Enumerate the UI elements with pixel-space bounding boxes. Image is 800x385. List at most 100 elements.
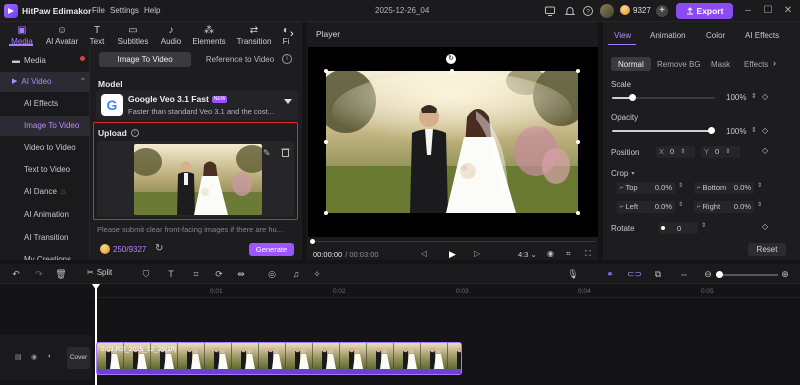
- edit-icon[interactable]: ✎: [263, 148, 271, 159]
- rotate-tool-icon[interactable]: ⟳: [213, 268, 225, 280]
- keyframe-icon[interactable]: ◇: [762, 126, 768, 135]
- tab-text[interactable]: T Text: [82, 25, 112, 47]
- crop-header[interactable]: Crop ▾: [611, 169, 634, 178]
- crop-tool-icon[interactable]: ⌗: [190, 268, 202, 280]
- stepper-icon[interactable]: ⇕: [757, 201, 762, 208]
- sidebar-item-media[interactable]: ▬ Media: [0, 51, 90, 71]
- ai-tool-icon[interactable]: ✧: [311, 268, 323, 280]
- sidebar-item-video-to-video[interactable]: Video to Video: [0, 138, 90, 158]
- mode-reference-to-video[interactable]: Reference to Video: [200, 52, 280, 67]
- subtab-normal[interactable]: Normal: [618, 60, 644, 69]
- info-icon[interactable]: i: [282, 54, 292, 64]
- sidebar-item-ai-video[interactable]: ▶ AI Video ⌃: [0, 72, 90, 92]
- zoom-slider-track[interactable]: [716, 274, 778, 276]
- cover-button[interactable]: Cover: [67, 347, 90, 369]
- ripple-icon[interactable]: ⧉: [652, 268, 664, 280]
- transform-handle[interactable]: [576, 69, 580, 73]
- zoom-slider-knob[interactable]: [716, 271, 723, 278]
- subtab-remove-bg[interactable]: Remove BG: [657, 60, 701, 69]
- stepper-icon[interactable]: ⇕: [678, 201, 683, 208]
- subtab-mask[interactable]: Mask: [711, 60, 730, 69]
- generate-button[interactable]: Generate: [249, 243, 294, 256]
- maximize-icon[interactable]: ☐: [762, 5, 774, 17]
- timeline-clip[interactable]: 0:03 R2i_2025_12_26(10): [96, 342, 462, 375]
- monitor-icon[interactable]: [544, 5, 556, 17]
- tab-transition[interactable]: ⇄ Transition: [234, 25, 274, 47]
- stepper-icon[interactable]: ⇕: [751, 126, 757, 134]
- scale-value[interactable]: 100%: [726, 93, 746, 102]
- bell-icon[interactable]: [564, 5, 576, 17]
- sidebar-item-image-to-video[interactable]: Image To Video: [0, 116, 90, 136]
- microphone-icon[interactable]: 🎙: [567, 268, 579, 280]
- position-y-field[interactable]: Y 0 ⇕: [701, 146, 740, 158]
- add-credits-button[interactable]: +: [656, 5, 668, 17]
- crop-icon[interactable]: ⌗: [566, 249, 571, 259]
- keyframe-icon[interactable]: ◇: [762, 92, 768, 101]
- split-button[interactable]: ✂ Split: [87, 268, 112, 277]
- menu-settings[interactable]: Settings: [110, 6, 139, 15]
- tab-ai-avatar[interactable]: ☺ AI Avatar: [42, 25, 82, 47]
- stepper-icon[interactable]: ⇕: [701, 222, 706, 229]
- position-x-field[interactable]: X 0 ⇕: [656, 146, 695, 158]
- crop-top-field[interactable]: ⌐ Top 0.0%: [617, 182, 675, 194]
- redo-icon[interactable]: ↷: [33, 268, 45, 280]
- magnet-icon[interactable]: ⊂⊃: [627, 268, 642, 280]
- keyframe-icon[interactable]: ◇: [762, 222, 768, 231]
- tab-audio[interactable]: ♪ Audio: [155, 25, 187, 47]
- transform-handle[interactable]: [450, 69, 454, 73]
- tab-subtitles[interactable]: ▭ Subtitles: [114, 25, 152, 47]
- mode-image-to-video[interactable]: Image To Video: [99, 52, 191, 67]
- reset-button[interactable]: Reset: [748, 243, 786, 256]
- opacity-value[interactable]: 100%: [726, 127, 746, 136]
- stepper-icon[interactable]: ⇕: [751, 92, 757, 100]
- tab-ai-effects[interactable]: AI Effects: [745, 31, 779, 40]
- track-visibility-icon[interactable]: ◉: [31, 353, 37, 361]
- step-forward-icon[interactable]: ▷: [474, 249, 480, 258]
- chevron-right-icon[interactable]: ›: [290, 28, 294, 40]
- close-icon[interactable]: ✕: [782, 5, 794, 17]
- tab-animation[interactable]: Animation: [650, 31, 686, 40]
- step-back-icon[interactable]: ◁: [421, 249, 427, 258]
- crop-left-field[interactable]: ⌐ Left 0.0%: [617, 201, 675, 213]
- transform-handle[interactable]: [324, 69, 328, 73]
- video-frame[interactable]: [326, 71, 578, 213]
- tab-view[interactable]: View: [614, 31, 631, 40]
- help-icon[interactable]: ?: [582, 5, 594, 17]
- zoom-in-icon[interactable]: ⊕: [779, 268, 791, 280]
- mirror-icon[interactable]: ⇹: [235, 268, 247, 280]
- rotate-field[interactable]: 0: [658, 222, 698, 234]
- sidebar-item-ai-effects[interactable]: AI Effects: [0, 94, 90, 114]
- transform-handle[interactable]: [576, 211, 580, 215]
- fullscreen-icon[interactable]: ⛶: [585, 249, 591, 259]
- speed-icon[interactable]: ◎: [266, 268, 278, 280]
- menu-help[interactable]: Help: [144, 6, 160, 15]
- export-button[interactable]: Export: [676, 3, 733, 19]
- rotate-handle-icon[interactable]: ↻: [446, 54, 456, 64]
- sidebar-item-my-creations[interactable]: My Creations: [0, 250, 90, 260]
- zoom-out-icon[interactable]: ⊖: [702, 268, 714, 280]
- sidebar-item-ai-transition[interactable]: AI Transition: [0, 228, 90, 248]
- minimize-icon[interactable]: –: [742, 5, 754, 17]
- audio-tool-icon[interactable]: ♫: [290, 268, 302, 280]
- model-selector[interactable]: G Google Veo 3.1 Fast NEW Faster than st…: [96, 90, 298, 120]
- stepper-icon[interactable]: ⇕: [678, 182, 683, 189]
- stepper-icon[interactable]: ⇕: [757, 182, 762, 189]
- camera-icon[interactable]: ◉: [547, 249, 554, 258]
- text-tool-icon[interactable]: T: [165, 268, 177, 280]
- transform-handle[interactable]: [324, 211, 328, 215]
- transform-handle[interactable]: [576, 140, 580, 144]
- opacity-slider-knob[interactable]: [708, 127, 715, 134]
- upload-info-icon[interactable]: i: [130, 129, 139, 137]
- delete-icon[interactable]: 🗑: [55, 268, 67, 280]
- aspect-ratio-select[interactable]: 4:3 ⌄: [518, 250, 537, 259]
- transform-handle[interactable]: [324, 140, 328, 144]
- opacity-slider-fill[interactable]: [612, 130, 713, 132]
- menu-file[interactable]: File: [92, 6, 105, 15]
- refresh-icon[interactable]: ↻: [155, 243, 163, 254]
- track-audio-icon[interactable]: ◖: [47, 353, 51, 360]
- crop-bottom-field[interactable]: ⌐ Bottom 0.0%: [694, 182, 754, 194]
- fit-icon[interactable]: ⇔: [678, 268, 690, 280]
- sidebar-item-text-to-video[interactable]: Text to Video: [0, 160, 90, 180]
- subtab-effects[interactable]: Effects: [744, 60, 768, 69]
- tab-elements[interactable]: ⁂ Elements: [190, 25, 228, 47]
